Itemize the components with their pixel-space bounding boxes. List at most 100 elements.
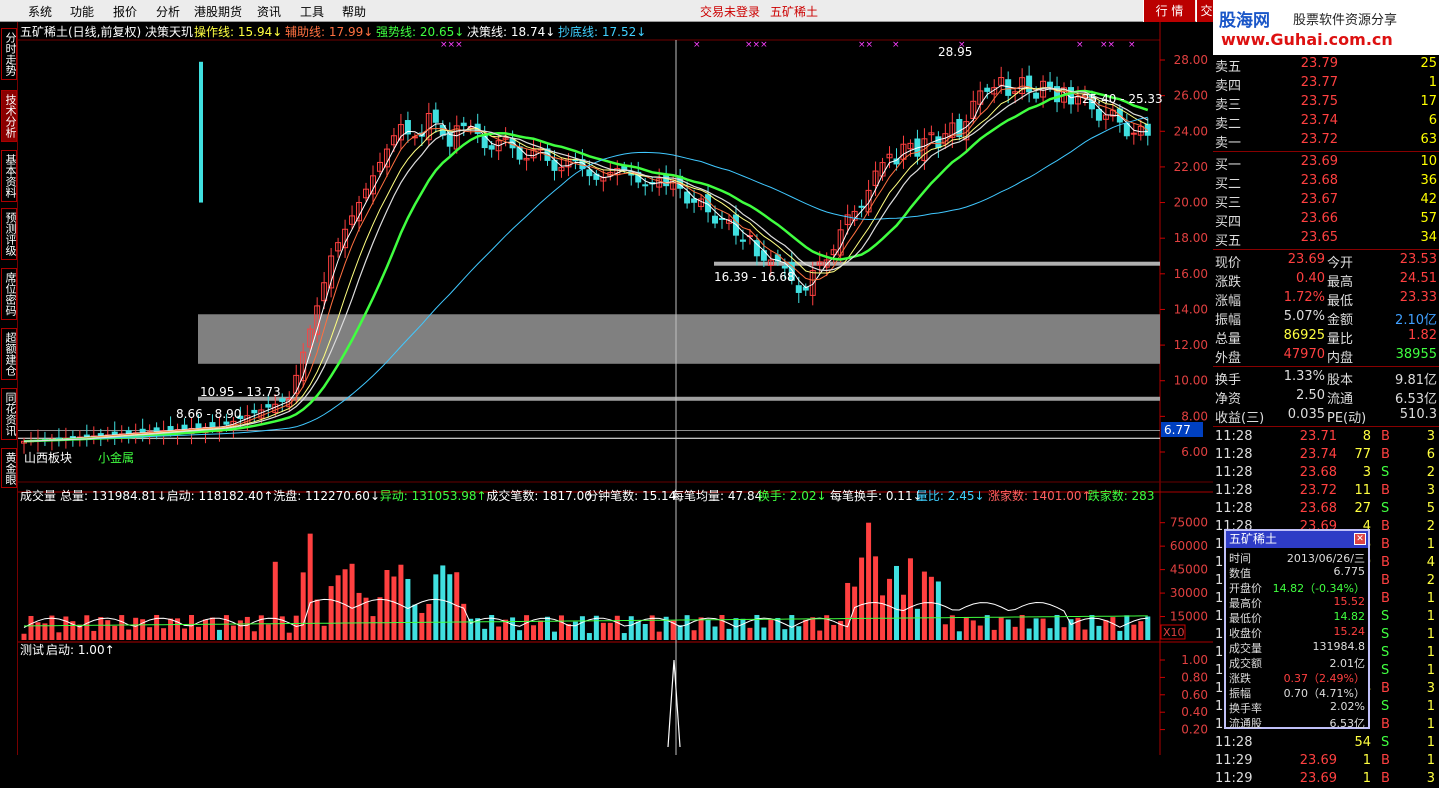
order-book-ask-row[interactable]: 卖四 23.77 1 — [1213, 74, 1439, 94]
tab-quote[interactable]: 行 情 — [1143, 0, 1195, 22]
login-status[interactable]: 交易未登录 — [700, 3, 760, 20]
side-tab-excess-build[interactable]: 超额建仓 — [1, 328, 17, 380]
tick-count: 1 — [1426, 537, 1435, 552]
popup-value: 6.53亿 — [1329, 717, 1366, 730]
info-popup[interactable]: 五矿稀土 ✕ 时间 2013/06/26/三 数值 6.775 开盘价 14.82（-0.… — [1224, 529, 1370, 730]
order-book-ask-row[interactable]: 卖一 23.72 63 — [1213, 131, 1439, 151]
indicator-3: 决策线: 18.74↓ — [467, 25, 555, 39]
tick-price: 23.72 — [1299, 483, 1337, 498]
volume-bar — [593, 615, 599, 640]
order-book-ask-row[interactable]: 卖五 23.79 25 — [1213, 55, 1439, 75]
volume-bar — [740, 618, 746, 640]
vol-indicator-10: 涨家数: 1401.00↑ — [988, 488, 1092, 503]
candle-body — [712, 215, 719, 224]
volume-bar — [447, 574, 453, 640]
popup-row: 涨跌 0.37（2.49%） — [1226, 670, 1368, 685]
menu-tools[interactable]: 工具 — [300, 3, 324, 20]
stat-row: 收益(三) 0.035 PE(动) 510.3 — [1213, 406, 1439, 426]
tick-volume: 1 — [1362, 753, 1371, 768]
indicator-1: 辅助线: 17.99↓ — [285, 25, 373, 39]
chart-grid — [18, 22, 1213, 755]
popup-value: 131984.8 — [1312, 640, 1366, 653]
candle-body — [795, 285, 802, 293]
volume-bar — [28, 615, 34, 640]
bid-label: 买五 — [1215, 234, 1242, 249]
order-book-bid-row[interactable]: 买三 23.67 42 — [1213, 191, 1439, 211]
side-tab-seat-code[interactable]: 席位密码 — [1, 268, 17, 320]
stat-value: 0.035 — [1287, 407, 1325, 422]
volume-bar — [747, 627, 753, 640]
candle-body — [858, 205, 865, 208]
stat-value: 0.40 — [1296, 271, 1325, 286]
volume-bar — [293, 615, 299, 640]
volume-bar — [977, 625, 983, 640]
stat-value: 23.53 — [1399, 252, 1437, 267]
tick-count: 2 — [1426, 519, 1435, 534]
bid-price: 23.65 — [1300, 230, 1338, 245]
volume-bar — [1019, 614, 1025, 640]
side-tab-technical[interactable]: 技术分析 — [1, 90, 17, 142]
side-tabs: 分时走势 技术分析 基本资料 预测评级 席位密码 超额建仓 同花资讯 黄金眼 — [0, 22, 18, 755]
ask-label: 卖三 — [1215, 98, 1242, 113]
ask-label: 卖二 — [1215, 117, 1242, 132]
candle-body — [586, 169, 593, 177]
ask-price: 23.79 — [1300, 56, 1338, 71]
bid-volume: 36 — [1420, 173, 1437, 188]
volume-bar — [817, 630, 823, 640]
side-tab-forecast[interactable]: 预测评级 — [1, 208, 17, 260]
vol-indicator-3: 异动: 131053.98↑ — [380, 489, 487, 503]
candle-body — [223, 421, 230, 425]
divider — [1213, 366, 1439, 367]
close-icon[interactable]: ✕ — [1354, 533, 1366, 545]
order-book-ask-row[interactable]: 卖三 23.75 17 — [1213, 93, 1439, 113]
vol-indicator-11: 跌家数: 283 — [1088, 488, 1155, 503]
volume-bar — [98, 617, 104, 640]
stock-title: 五矿稀土 — [770, 5, 819, 19]
tick-count: 3 — [1426, 771, 1435, 786]
stat-value: 9.81亿 — [1395, 373, 1437, 388]
candle-body — [1033, 92, 1040, 99]
popup-label: 最高价 — [1229, 597, 1262, 610]
candle-body — [739, 239, 746, 242]
volume-bar — [586, 633, 592, 640]
order-book-bid-row[interactable]: 买二 23.68 36 — [1213, 172, 1439, 192]
volume-bar — [84, 615, 90, 640]
side-tab-fundamentals[interactable]: 基本资料 — [1, 150, 17, 202]
tick-side: B — [1381, 483, 1390, 498]
tick-count: 2 — [1426, 465, 1435, 480]
tick-volume: 3 — [1362, 465, 1371, 480]
bid-price: 23.68 — [1300, 173, 1338, 188]
popup-label: 时间 — [1229, 552, 1251, 565]
side-tab-golden-eye[interactable]: 黄金眼 — [1, 448, 17, 488]
menu-quote[interactable]: 报价 — [113, 3, 137, 20]
order-book-bid-row[interactable]: 买一 23.69 10 — [1213, 153, 1439, 173]
kline-chart[interactable]: 28.00 26.00 24.00 22.00 20.00 18.00 16.00 14.00… — [18, 22, 1213, 755]
popup-row: 成交额 2.01亿 — [1226, 655, 1368, 670]
tick-volume: 1 — [1362, 771, 1371, 786]
order-book-ask-row[interactable]: 卖二 23.74 6 — [1213, 112, 1439, 132]
stat-label: 外盘 — [1215, 351, 1242, 366]
tick-row: 11:28 23.71 8 B 3 — [1213, 428, 1439, 446]
side-tab-intraday[interactable]: 分时走势 — [1, 28, 17, 80]
price-axis-label: 26.00 — [1174, 89, 1208, 103]
volume-bar — [614, 615, 620, 640]
price-axis-label: 20.00 — [1174, 196, 1208, 210]
menu-hk-futures[interactable]: 港股期货 — [194, 3, 242, 20]
candle-body — [781, 265, 788, 269]
vol-indicator-4: 成交笔数: 1817.00 — [486, 488, 591, 503]
menu-analysis[interactable]: 分析 — [156, 3, 180, 20]
volume-bar — [356, 592, 362, 640]
menu-system[interactable]: 系统 — [28, 3, 52, 20]
price-axis-label: 14.00 — [1174, 302, 1208, 316]
volume-bar — [831, 624, 837, 640]
menu-function[interactable]: 功能 — [70, 3, 94, 20]
order-book-bid-row[interactable]: 买五 23.65 34 — [1213, 229, 1439, 249]
side-tab-ths-news[interactable]: 同花资讯 — [1, 388, 17, 440]
divider — [1213, 426, 1439, 427]
menu-help[interactable]: 帮助 — [342, 3, 366, 20]
volume-bar — [161, 628, 167, 640]
tick-side: S — [1381, 609, 1390, 624]
order-book-bid-row[interactable]: 买四 23.66 57 — [1213, 210, 1439, 230]
volume-bar — [196, 626, 201, 640]
menu-news[interactable]: 资讯 — [257, 3, 281, 20]
